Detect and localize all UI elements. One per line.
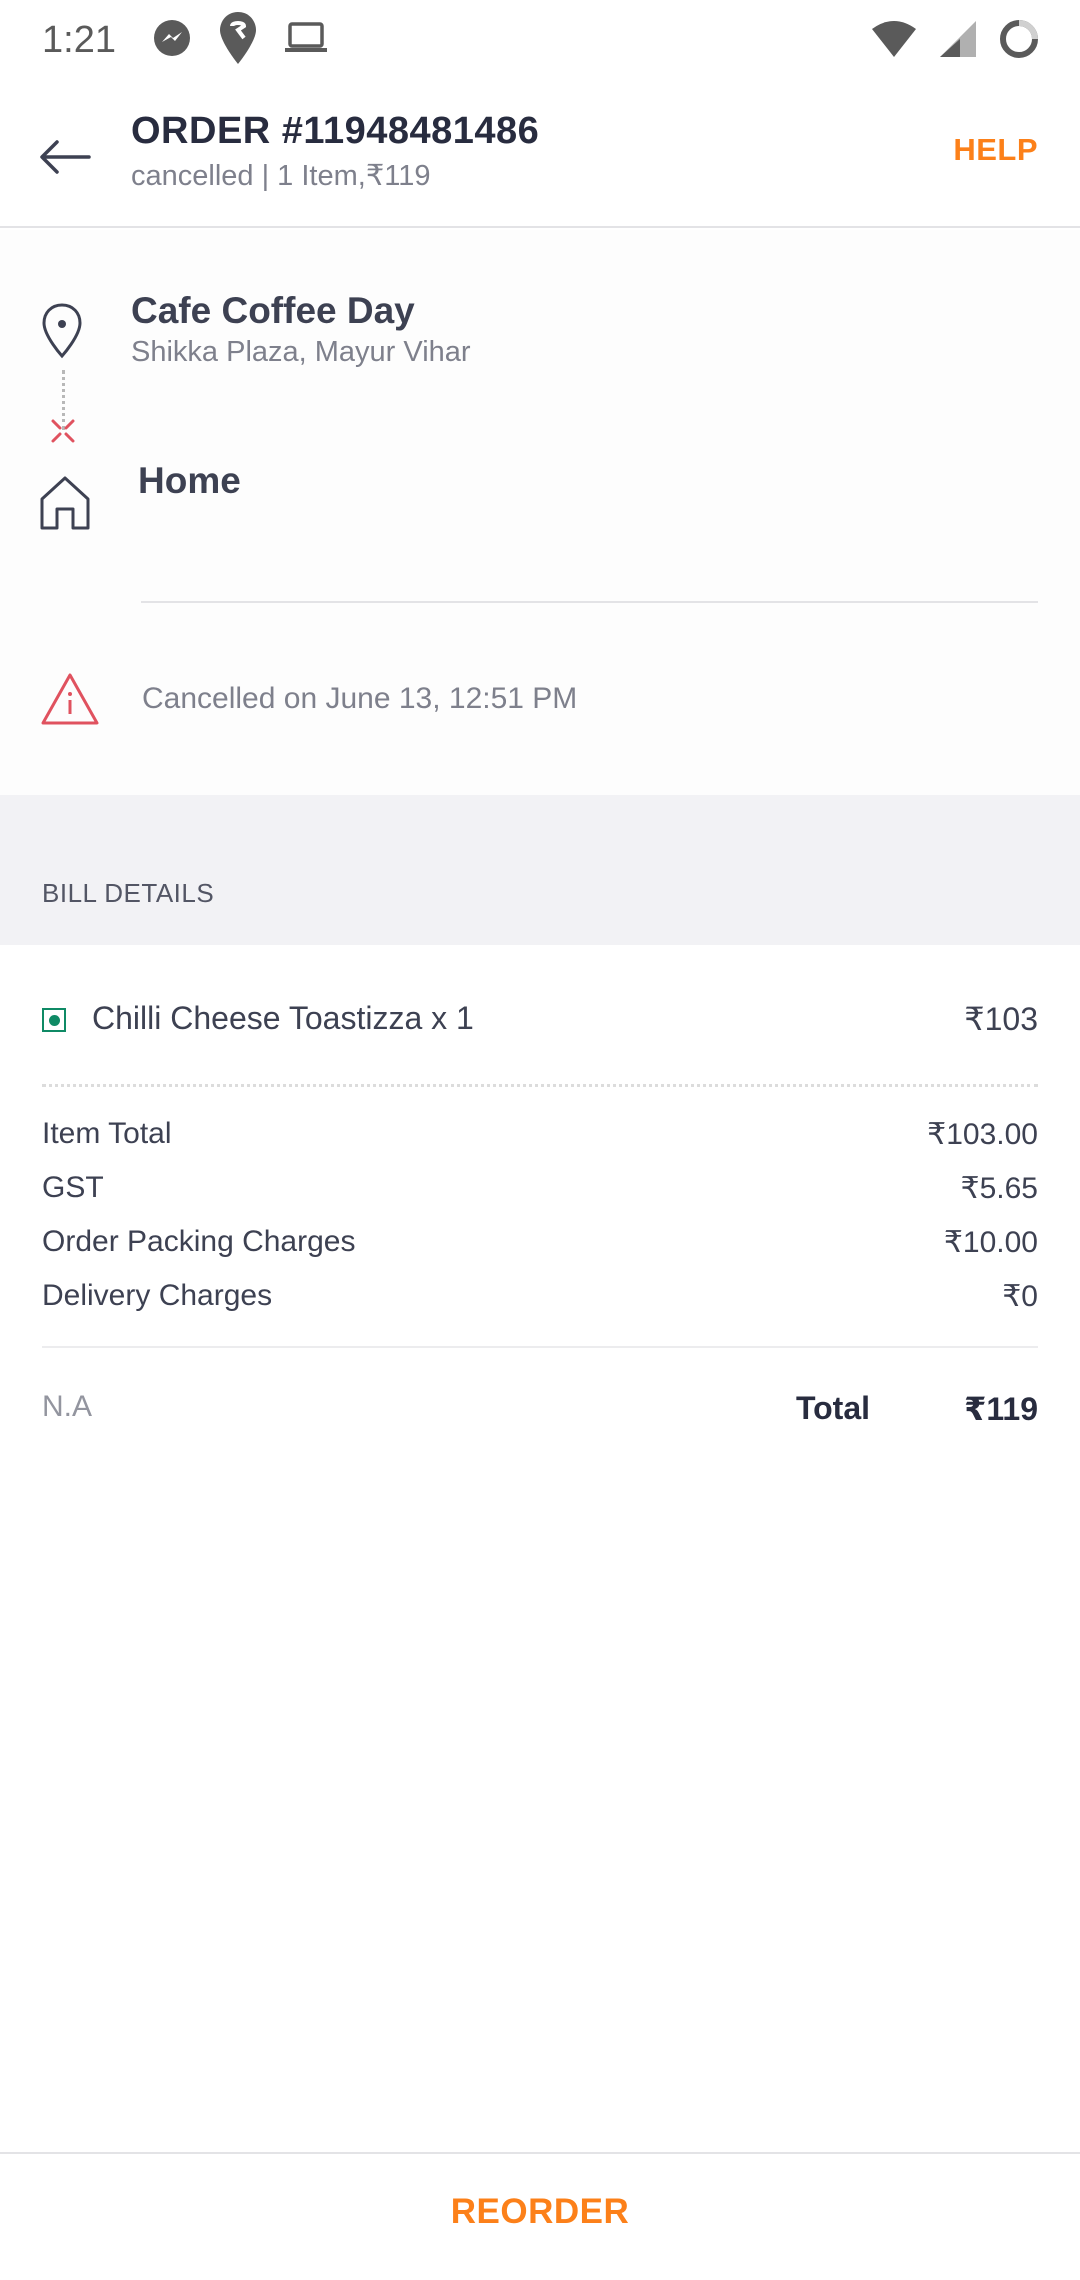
reorder-button[interactable]: REORDER [0,2192,1080,2232]
item-name: Chilli Cheese Toastizza x 1 [92,1000,474,1036]
restaurant-name: Cafe Coffee Day [131,290,415,331]
charge-label: Item Total [42,1117,172,1150]
charge-label: Order Packing Charges [42,1225,356,1258]
location-pin-icon [40,302,84,365]
order-header: ORDER #11948481486 cancelled | 1 Item,₹1… [0,80,1080,228]
divider [42,1346,1038,1348]
address-section: Cafe Coffee Day Shikka Plaza, Mayur Viha… [0,230,1080,795]
charge-value: ₹10.00 [943,1226,1038,1259]
order-title: ORDER #11948481486 [131,110,540,152]
charge-row-packing: Order Packing Charges ₹10.00 [0,1225,1080,1275]
charge-value: ₹5.65 [960,1172,1038,1205]
messenger-icon [152,18,192,63]
bill-details-header: BILL DETAILS [0,795,1080,945]
wifi-icon [870,19,918,64]
bill-item-row: Chilli Cheese Toastizza x 1 ₹103 [0,985,1080,1055]
home-icon [38,475,92,536]
dotted-divider [42,1084,1038,1087]
status-time: 1:21 [42,18,116,61]
order-subtitle: cancelled | 1 Item,₹119 [131,160,431,192]
total-value: ₹119 [964,1391,1038,1427]
back-button[interactable] [34,126,96,188]
charge-value: ₹0 [1002,1280,1038,1313]
delivery-address-label: Home [138,460,241,501]
item-price: ₹103 [964,1001,1038,1037]
charge-label: GST [42,1171,104,1204]
charge-value: ₹103.00 [927,1118,1038,1151]
cancellation-status: Cancelled on June 13, 12:51 PM [142,682,578,715]
charge-label: Delivery Charges [42,1279,273,1312]
veg-icon [42,1008,66,1032]
back-arrow-icon [40,140,91,174]
payment-note: N.A [42,1390,93,1423]
alert-icon [40,672,100,731]
restaurant-location: Shikka Plaza, Mayur Vihar [131,336,471,368]
status-bar: 1:21 [0,0,1080,80]
help-button[interactable]: HELP [953,132,1038,168]
battery-icon [998,18,1040,65]
footer: REORDER [0,2152,1080,2280]
signal-icon [938,19,978,64]
charge-row-item-total: Item Total ₹103.00 [0,1117,1080,1167]
laptop-icon [284,21,328,60]
charge-row-delivery: Delivery Charges ₹0 [0,1279,1080,1329]
swiggy-icon [218,10,258,71]
bill-details-title: BILL DETAILS [42,878,215,908]
total-label: Total [795,1390,870,1426]
divider [141,601,1038,603]
cancel-x-icon [50,418,76,449]
charge-row-gst: GST ₹5.65 [0,1171,1080,1221]
